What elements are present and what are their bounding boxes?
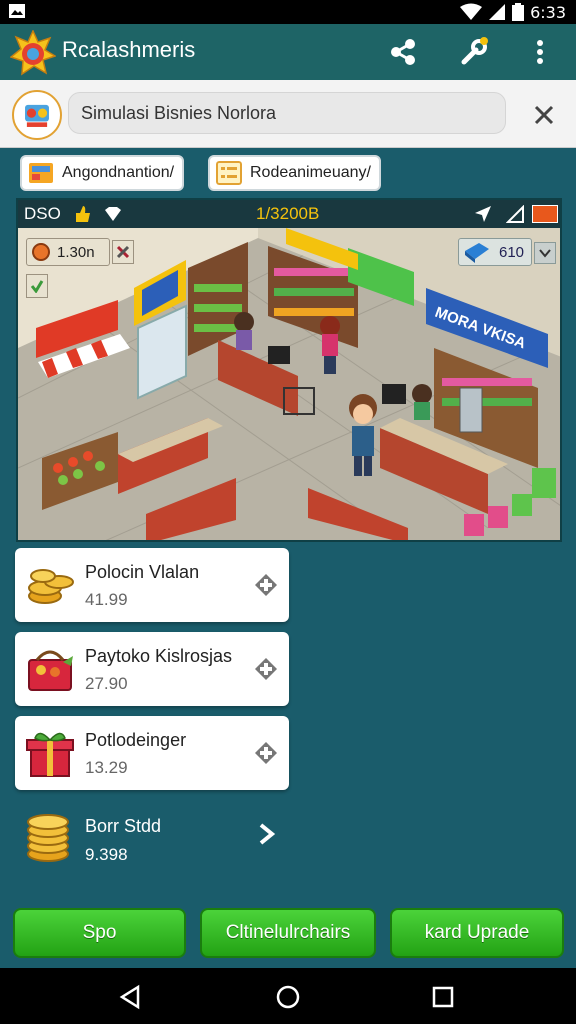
chevron-down-icon xyxy=(539,249,551,258)
product-name: Potlodeinger xyxy=(85,730,187,750)
cltinelu-button[interactable]: Cltinelulrchairs xyxy=(200,908,376,958)
tools-button[interactable] xyxy=(456,34,492,70)
coins-icon xyxy=(28,569,74,604)
game-cash-box: 610 xyxy=(458,238,532,266)
add-icon[interactable] xyxy=(253,656,279,682)
coin-row-label: Borr Stdd xyxy=(85,816,162,836)
product-name: Paytoko Kislrosjas xyxy=(85,646,233,666)
gift-icon xyxy=(26,732,74,777)
location-arrow-icon xyxy=(475,206,491,222)
search-input-value: Simulasi Bisnies Norlora xyxy=(81,102,277,123)
coin-balance-row[interactable]: Borr Stdd 9.398 xyxy=(15,800,289,874)
clerk-character xyxy=(412,384,432,420)
game-tool-button[interactable] xyxy=(112,240,134,264)
game-dropdown-button[interactable] xyxy=(534,242,556,264)
search-area: Simulasi Bisnies Norlora xyxy=(0,80,576,148)
thumb-icon xyxy=(76,206,90,222)
cash-value: 610 xyxy=(499,243,525,261)
coin-row-value: 9.398 xyxy=(85,845,128,864)
product-card[interactable]: Paytoko Kislrosjas 27.90 xyxy=(15,632,289,706)
add-icon[interactable] xyxy=(253,740,279,766)
game-check-button[interactable] xyxy=(26,274,48,298)
diamond-icon xyxy=(105,207,121,221)
spo-button[interactable]: Spo xyxy=(13,908,186,958)
wifi-icon xyxy=(460,3,483,20)
list-icon xyxy=(216,161,242,185)
battery-icon xyxy=(512,3,525,21)
chip-label: Rodeanimeuany/ xyxy=(250,164,371,181)
chip-category-2[interactable]: Rodeanimeuany/ xyxy=(208,155,381,191)
status-bar: 6:33 xyxy=(0,0,576,24)
coin-icon xyxy=(32,243,50,261)
wrench-icon xyxy=(461,37,488,65)
image-notification-icon xyxy=(9,4,25,18)
product-price: 41.99 xyxy=(85,590,128,609)
home-icon[interactable] xyxy=(275,984,301,1010)
battery-indicator xyxy=(532,205,558,223)
recents-icon[interactable] xyxy=(430,984,456,1010)
signal-triangle-icon xyxy=(506,205,524,223)
product-name: Polocin Vlalan xyxy=(85,562,200,582)
add-icon[interactable] xyxy=(253,572,279,598)
product-card[interactable]: Potlodeinger 13.29 xyxy=(15,716,289,790)
product-price: 13.29 xyxy=(85,758,128,777)
share-icon xyxy=(391,39,415,65)
cash-register-icon xyxy=(465,243,489,263)
search-input[interactable]: Simulasi Bisnies Norlora xyxy=(68,92,506,134)
money-value: 1.30n xyxy=(57,243,95,261)
check-icon xyxy=(30,280,44,293)
chevron-right-icon[interactable] xyxy=(257,822,277,846)
cashier-character xyxy=(234,312,254,350)
upgrade-button[interactable]: kard Uprade xyxy=(390,908,564,958)
signal-icon xyxy=(489,4,506,20)
basket-icon xyxy=(28,650,73,691)
hud-left-label: DSO xyxy=(24,204,61,223)
android-nav-bar xyxy=(0,968,576,1024)
clock-text: 6:33 xyxy=(530,2,566,22)
chip-category-1[interactable]: Angondnantion/ xyxy=(20,155,185,191)
product-card[interactable]: Polocin Vlalan 41.99 xyxy=(15,548,289,622)
store-scene: MORA VKISA xyxy=(18,228,560,540)
game-viewport[interactable]: DSO 1/3200B MORA VKISA 1.30n 610 xyxy=(16,198,562,542)
hud-day-counter: 1/3200B xyxy=(256,204,320,223)
tools-cross-icon xyxy=(116,245,130,259)
overflow-menu-button[interactable] xyxy=(522,34,558,70)
game-hud: DSO 1/3200B xyxy=(18,200,560,228)
chip-label: Angondnantion/ xyxy=(62,164,175,181)
product-price: 27.90 xyxy=(85,674,128,693)
store-avatar-icon[interactable] xyxy=(12,90,62,140)
app-toolbar: Rcalashmeris xyxy=(0,24,576,80)
app-logo-icon xyxy=(10,30,56,76)
share-button[interactable] xyxy=(385,34,421,70)
game-money-display: 1.30n xyxy=(26,238,110,266)
coin-stack-icon xyxy=(27,814,69,862)
register-icon xyxy=(29,163,53,183)
close-icon[interactable] xyxy=(526,97,562,133)
back-icon[interactable] xyxy=(118,984,144,1010)
more-vert-icon xyxy=(537,40,543,64)
app-title: Rcalashmeris xyxy=(62,37,196,62)
